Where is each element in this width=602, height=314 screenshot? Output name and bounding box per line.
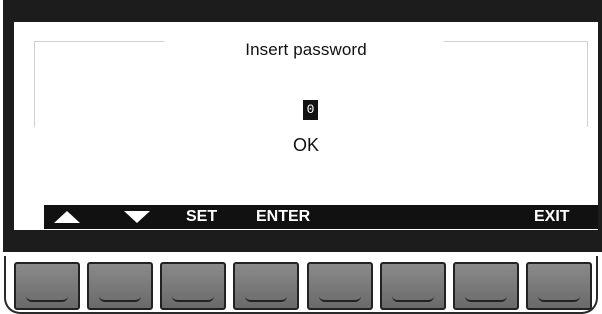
triangle-up-icon[interactable] <box>54 211 80 223</box>
screen-title: Insert password <box>245 40 367 59</box>
hardware-key-6[interactable] <box>380 262 446 310</box>
softkey-bar: SET ENTER EXIT <box>44 205 598 229</box>
hardware-key-4[interactable] <box>233 262 299 310</box>
hardware-key-3[interactable] <box>160 262 226 310</box>
password-digit-field[interactable]: 0 <box>303 100 318 120</box>
hardware-key-2[interactable] <box>87 262 153 310</box>
key-groove <box>245 296 287 302</box>
device-bezel: Insert password 0 OK SET ENTER EXIT <box>3 0 602 252</box>
triangle-down-icon[interactable] <box>124 211 150 223</box>
key-groove <box>319 296 361 302</box>
hardware-key-7[interactable] <box>453 262 519 310</box>
hardware-key-5[interactable] <box>307 262 373 310</box>
key-groove <box>172 296 214 302</box>
key-groove <box>26 296 68 302</box>
key-groove <box>538 296 580 302</box>
lcd-display: Insert password 0 OK SET ENTER EXIT <box>14 22 598 230</box>
key-groove <box>392 296 434 302</box>
key-groove <box>465 296 507 302</box>
key-groove <box>99 296 141 302</box>
hardware-keypad <box>0 256 602 314</box>
exit-softkey[interactable]: EXIT <box>534 205 570 229</box>
hardware-key-1[interactable] <box>14 262 80 310</box>
ok-confirm[interactable]: OK <box>14 135 598 156</box>
set-softkey[interactable]: SET <box>186 205 217 229</box>
enter-softkey[interactable]: ENTER <box>256 205 310 229</box>
hardware-key-8[interactable] <box>526 262 592 310</box>
